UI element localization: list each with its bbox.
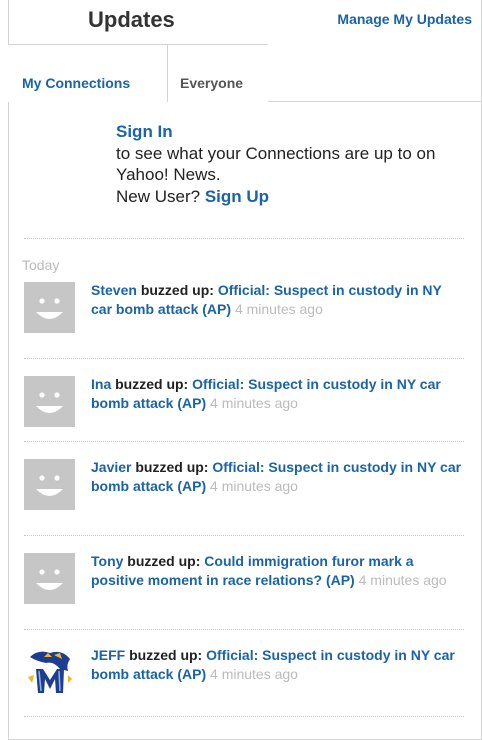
timestamp: 4 minutes ago [210, 665, 298, 682]
signup-link[interactable]: Sign Up [205, 187, 269, 206]
tiger-mascot-logo [24, 647, 75, 698]
divider [24, 358, 464, 359]
divider [24, 535, 464, 536]
panel-title: Updates [88, 7, 175, 32]
feed-item-text: Tony buzzed up: Could immigration furor … [91, 552, 466, 589]
default-face-icon [24, 282, 75, 333]
divider [24, 629, 464, 630]
feed-item-text: JEFF buzzed up: Official: Suspect in cus… [91, 646, 466, 683]
divider [24, 238, 464, 239]
tab-divider [268, 101, 482, 102]
signin-prompt: Sign In to see what your Connections are… [116, 121, 446, 207]
default-face-icon [24, 459, 75, 510]
panel-header: Updates Manage My Updates [8, 0, 482, 44]
new-user-label: New User? [116, 186, 201, 206]
section-label-today: Today [22, 257, 60, 273]
divider [24, 441, 464, 442]
tab-bar: My Connections Everyone [8, 44, 482, 102]
tab-my-connections[interactable]: My Connections [8, 44, 168, 102]
feed-item-text: Javier buzzed up: Official: Suspect in c… [91, 458, 466, 495]
avatar[interactable] [24, 647, 75, 698]
feed-item-text: Ina buzzed up: Official: Suspect in cust… [91, 375, 466, 412]
action-text: buzzed up: [115, 376, 189, 392]
user-name-link[interactable]: Javier [91, 459, 131, 475]
user-name-link[interactable]: Steven [91, 282, 137, 298]
signin-message: to see what your Connections are up to o… [116, 143, 436, 185]
avatar[interactable] [24, 459, 75, 510]
tab-everyone[interactable]: Everyone [168, 44, 268, 102]
default-face-icon [24, 553, 75, 604]
user-name-link[interactable]: Tony [91, 553, 123, 569]
feed-item-text: Steven buzzed up: Official: Suspect in c… [91, 281, 466, 318]
avatar[interactable] [24, 282, 75, 333]
manage-updates-link[interactable]: Manage My Updates [337, 11, 472, 27]
action-text: buzzed up: [135, 459, 209, 475]
divider [24, 716, 464, 717]
tab-my-connections-label: My Connections [22, 75, 131, 91]
action-text: buzzed up: [140, 282, 214, 298]
timestamp: 4 minutes ago [234, 300, 323, 317]
user-name-link[interactable]: Ina [91, 376, 111, 392]
timestamp: 4 minutes ago [358, 571, 447, 588]
tab-everyone-label: Everyone [180, 75, 244, 91]
signin-link[interactable]: Sign In [116, 122, 173, 141]
timestamp: 4 minutes ago [210, 477, 298, 494]
default-face-icon [24, 376, 75, 427]
avatar[interactable] [24, 553, 75, 604]
user-name-link[interactable]: JEFF [91, 647, 125, 663]
avatar[interactable] [24, 376, 75, 427]
action-text: buzzed up: [127, 553, 201, 569]
timestamp: 4 minutes ago [210, 394, 298, 411]
action-text: buzzed up: [129, 647, 203, 663]
